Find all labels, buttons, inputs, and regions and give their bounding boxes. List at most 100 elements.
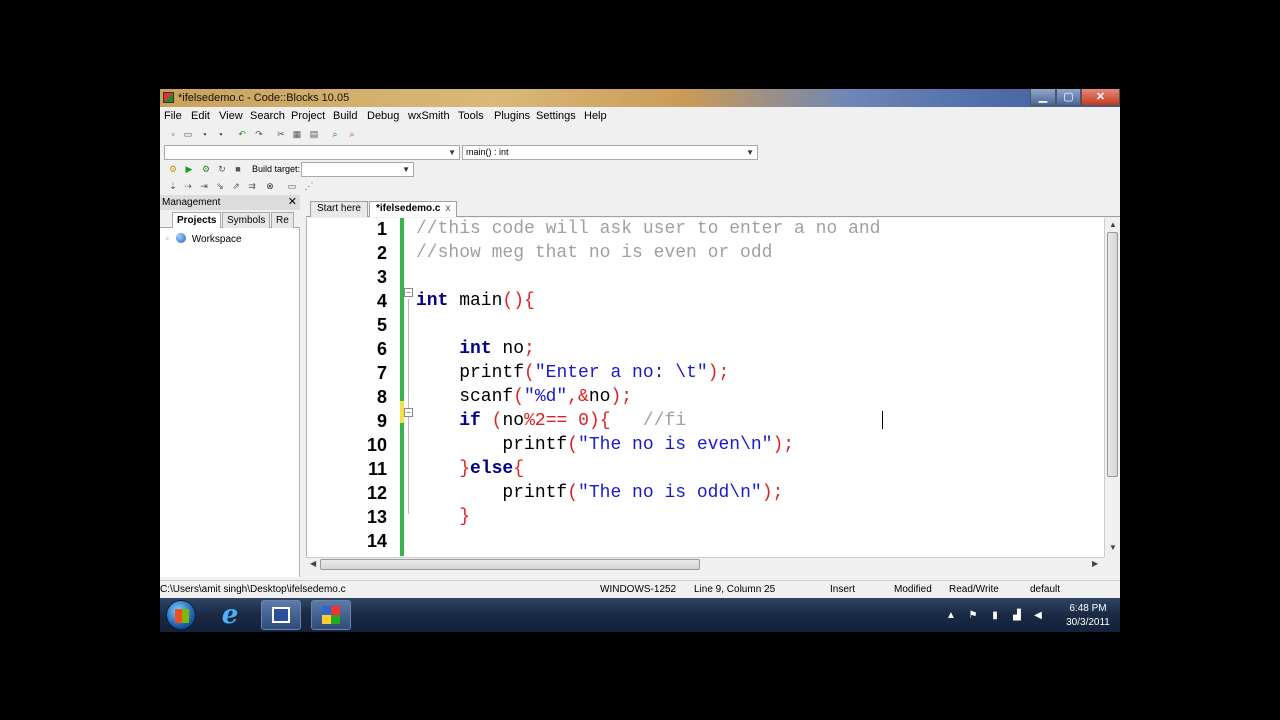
window-title: *ifelsedemo.c - Code::Blocks 10.05 [178,92,350,104]
code-line: printf("The no is even\n"); [416,435,794,455]
codeblocks-app-icon [163,92,174,103]
clock-time[interactable]: 6:48 PM [1063,603,1113,614]
internet-explorer-icon[interactable]: e [216,602,244,628]
debug-windows-icon[interactable]: ▭ [286,180,298,192]
tab-start-here[interactable]: Start here [310,201,368,217]
taskbar-codeblocks-button[interactable] [311,600,351,630]
cut-icon[interactable]: ✂ [275,128,287,140]
menu-file[interactable]: File [164,110,182,122]
scroll-right-icon[interactable]: ▶ [1092,559,1098,568]
replace-icon[interactable]: ⌕ [346,128,358,140]
abort-icon[interactable]: ■ [232,163,244,175]
vertical-scroll-thumb[interactable] [1107,232,1118,477]
scroll-up-icon[interactable]: ▲ [1109,220,1117,229]
tree-expander-icon[interactable]: ◦ [166,234,169,243]
tree-item-workspace[interactable]: ◦ Workspace [166,233,242,245]
code-line: //show meg that no is even or odd [416,243,772,263]
tab-ifelsedemo[interactable]: *ifelsedemo.c x [369,201,458,217]
horizontal-scrollbar[interactable]: ◀ ▶ [306,557,1104,571]
code-token: "Enter a no: \t" [534,363,708,383]
management-title: Management [162,197,221,208]
build-target-combo[interactable]: ▼ [301,162,414,177]
undo-icon[interactable]: ↶ [236,128,248,140]
tab-projects[interactable]: Projects [172,212,222,228]
menu-plugins[interactable]: Plugins [494,110,530,122]
menu-search[interactable]: Search [250,110,285,122]
debug-continue-icon[interactable]: ⇣ [167,180,179,192]
title-bar[interactable]: *ifelsedemo.c - Code::Blocks 10.05 ▁ ▢ ✕ [160,89,1120,107]
paste-icon[interactable]: ▤ [308,128,320,140]
close-tab-icon[interactable]: x [445,203,450,214]
function-combo[interactable]: main() : int ▼ [462,145,758,160]
scope-combo[interactable]: ▼ [164,145,460,160]
next-instruction-icon[interactable]: ⇉ [246,180,258,192]
code-token: ){ [588,411,611,431]
taskbar-app-button[interactable] [261,600,301,630]
menu-settings[interactable]: Settings [536,110,576,122]
screen: *ifelsedemo.c - Code::Blocks 10.05 ▁ ▢ ✕… [160,89,1120,632]
open-folder-icon[interactable]: ▭ [182,128,194,140]
volume-icon[interactable]: ◀ [1033,610,1043,621]
vertical-scrollbar[interactable]: ▲ ▼ [1104,218,1120,557]
save-icon[interactable]: ▪ [199,128,211,140]
build-run-icon[interactable]: ⚙ [200,163,212,175]
menu-tools[interactable]: Tools [458,110,484,122]
build-gear-icon[interactable]: ⚙ [167,163,179,175]
action-center-flag-icon[interactable]: ⚑ [968,610,978,621]
line-number: 12 [366,483,387,503]
code-token: //show meg that no is even or odd [416,243,773,263]
menu-project[interactable]: Project [291,110,325,122]
code-token: ); [772,435,795,455]
taskbar: e ▲ ⚑ ▮ ▟ ◀ 6:48 PM 30/3/2011 [160,598,1120,632]
menu-help[interactable]: Help [584,110,607,122]
scroll-down-icon[interactable]: ▼ [1109,543,1117,552]
menu-debug[interactable]: Debug [367,110,399,122]
code-editor[interactable]: 1 2 3 4 5 6 7 8 9 10 11 12 13 14 − − //this code will… [306,218,1120,557]
close-icon[interactable]: ✕ [288,195,297,210]
next-line-icon[interactable]: ⇥ [198,180,210,192]
management-panel: Management ✕ Projects Symbols Re ◦ Works… [160,195,300,577]
code-token: "The no is even\n" [578,435,773,455]
status-insert-mode: Insert [830,584,856,595]
code-token: ); [761,483,784,503]
menu-edit[interactable]: Edit [191,110,210,122]
clock-date[interactable]: 30/3/2011 [1058,617,1118,628]
copy-icon[interactable]: ▦ [291,128,303,140]
horizontal-scroll-thumb[interactable] [320,559,700,570]
code-token: (){ [502,291,535,311]
fold-toggle-icon[interactable]: − [404,408,413,417]
menu-view[interactable]: View [219,110,243,122]
workspace-label: Workspace [191,234,242,245]
close-button[interactable]: ✕ [1081,89,1120,106]
code-token: no [502,411,525,431]
redo-icon[interactable]: ↷ [253,128,265,140]
maximize-button[interactable]: ▢ [1056,89,1081,106]
usb-icon[interactable]: ▮ [990,610,1000,621]
code-line: int no; [416,339,535,359]
new-file-icon[interactable]: ▫ [167,128,179,140]
start-button[interactable] [166,600,196,630]
network-icon[interactable]: ▟ [1012,610,1022,621]
show-hidden-icons-icon[interactable]: ▲ [946,610,956,621]
menu-build[interactable]: Build [333,110,357,122]
code-token: { [513,459,525,479]
find-icon[interactable]: ⌕ [329,128,341,140]
run-icon[interactable]: ▶ [183,163,195,175]
scroll-left-icon[interactable]: ◀ [310,559,316,568]
code-token: ); [707,363,730,383]
debug-info-icon[interactable]: ⋰ [303,180,315,192]
stop-debugger-icon[interactable]: ⊗ [264,180,276,192]
tab-resources[interactable]: Re [271,212,294,228]
run-to-cursor-icon[interactable]: ⇢ [182,180,194,192]
rebuild-icon[interactable]: ↻ [216,163,228,175]
step-out-icon[interactable]: ⇗ [230,180,242,192]
save-all-icon[interactable]: ▪ [215,128,227,140]
line-number-gutter: 1 2 3 4 5 6 7 8 9 10 11 12 13 14 [307,218,399,557]
tab-symbols[interactable]: Symbols [222,212,271,228]
menu-wxsmith[interactable]: wxSmith [408,110,450,122]
chevron-down-icon: ▼ [746,148,754,157]
fold-toggle-icon[interactable]: − [404,288,413,297]
step-into-icon[interactable]: ⇘ [214,180,226,192]
minimize-button[interactable]: ▁ [1030,89,1056,106]
